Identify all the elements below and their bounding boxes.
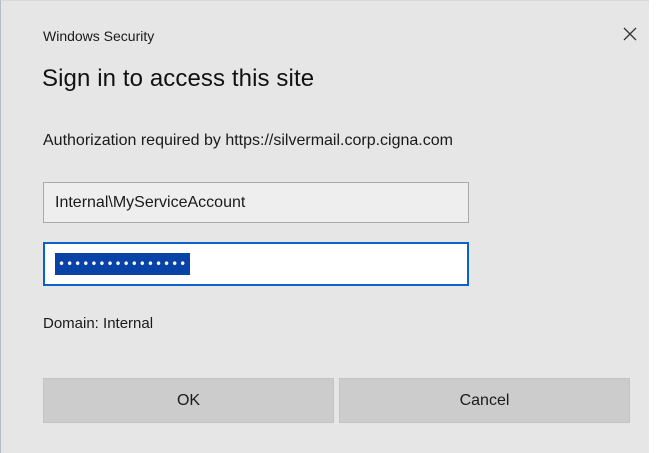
window-caption: Windows Security: [43, 28, 155, 44]
ok-button[interactable]: OK: [43, 378, 334, 423]
authorization-message: Authorization required by https://silver…: [43, 132, 453, 149]
ok-button-label: OK: [176, 391, 201, 409]
password-field[interactable]: ••••••••••••••••: [43, 242, 469, 286]
cancel-button-label: Cancel: [459, 391, 510, 409]
close-button[interactable]: [613, 21, 647, 49]
password-masked-value: ••••••••••••••••: [55, 253, 191, 275]
username-field[interactable]: Internal\MyServiceAccount: [43, 182, 469, 223]
username-value: Internal\MyServiceAccount: [55, 193, 246, 211]
windows-security-dialog: Windows Security Sign in to access this …: [0, 0, 658, 453]
right-screen-edge: [649, 0, 658, 453]
close-icon: [623, 27, 637, 41]
domain-label: Domain: Internal: [43, 315, 154, 332]
dialog-title: Sign in to access this site: [42, 65, 315, 92]
cancel-button[interactable]: Cancel: [339, 378, 630, 423]
